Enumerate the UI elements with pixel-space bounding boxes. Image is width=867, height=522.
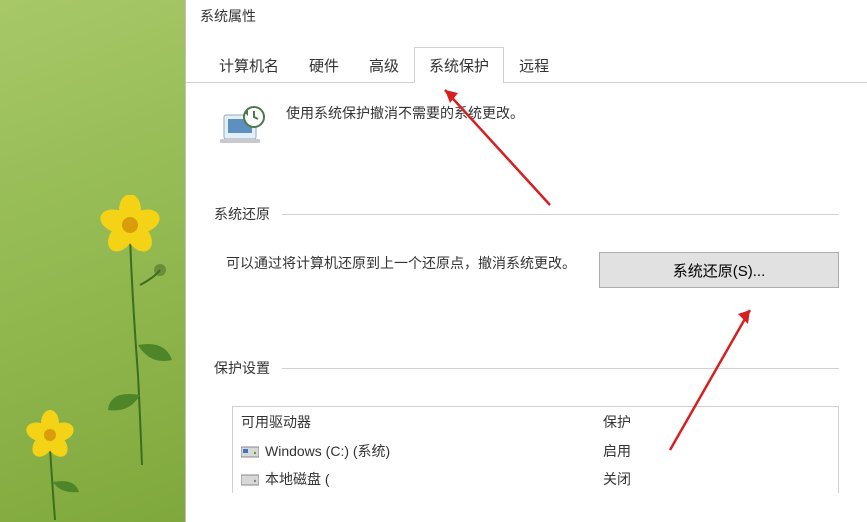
section-heading-restore: 系统还原 [214, 204, 270, 224]
divider [282, 214, 839, 215]
drive-table: 可用驱动器 保护 Windows (C:) (系统) 启用 [232, 406, 839, 493]
drive-name: Windows (C:) (系统) [265, 441, 390, 461]
col-protect-header: 保护 [603, 412, 838, 432]
wallpaper-flower-icon [90, 195, 180, 465]
tab-system-protection[interactable]: 系统保护 [414, 47, 504, 83]
os-drive-icon [241, 444, 259, 458]
col-drive-header: 可用驱动器 [233, 412, 603, 432]
drive-status: 启用 [603, 441, 838, 461]
tab-strip: 计算机名 硬件 高级 系统保护 远程 [186, 46, 867, 83]
system-restore-button[interactable]: 系统还原(S)... [599, 252, 839, 288]
tab-computer-name[interactable]: 计算机名 [204, 47, 294, 83]
local-drive-icon [241, 472, 259, 486]
drive-status: 关闭 [603, 469, 838, 489]
tab-hardware[interactable]: 硬件 [294, 47, 354, 83]
drive-name: 本地磁盘 ( [265, 469, 330, 489]
divider [282, 368, 839, 369]
tab-advanced[interactable]: 高级 [354, 47, 414, 83]
desktop-wallpaper [0, 0, 185, 522]
restore-description: 可以通过将计算机还原到上一个还原点，撤消系统更改。 [226, 252, 581, 276]
dialog-title: 系统属性 [186, 0, 867, 32]
system-restore-icon [218, 103, 266, 151]
intro-text: 使用系统保护撤消不需要的系统更改。 [286, 103, 524, 154]
wallpaper-flower-icon [15, 410, 85, 520]
section-heading-protect: 保护设置 [214, 358, 270, 378]
table-header: 可用驱动器 保护 [233, 407, 838, 437]
system-properties-dialog: 系统属性 计算机名 硬件 高级 系统保护 远程 使用系统保护撤消不需要的系统更改… [185, 0, 867, 522]
table-row[interactable]: 本地磁盘 ( 关闭 [233, 465, 838, 493]
table-row[interactable]: Windows (C:) (系统) 启用 [233, 437, 838, 465]
tab-content: 使用系统保护撤消不需要的系统更改。 系统还原 可以通过将计算机还原到上一个还原点… [186, 83, 867, 522]
tab-remote[interactable]: 远程 [504, 47, 564, 83]
